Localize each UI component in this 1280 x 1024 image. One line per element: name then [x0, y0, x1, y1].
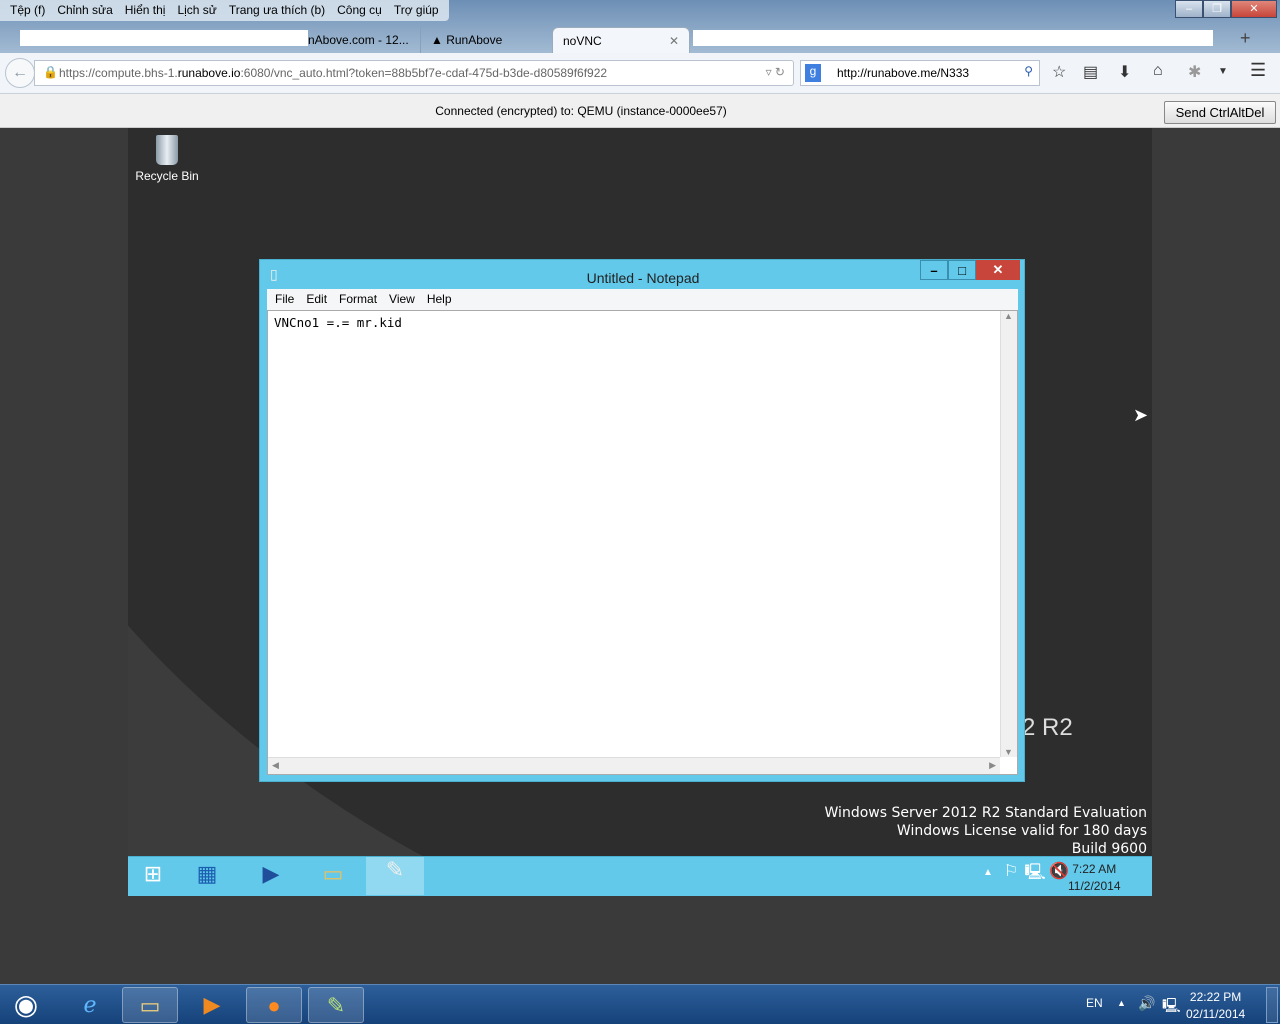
search-icon[interactable]: ⚲	[1024, 64, 1033, 78]
tab-runabove-com[interactable]: nAbove.com - 12...	[298, 27, 420, 53]
download-icon[interactable]: ⬇	[1118, 62, 1131, 82]
back-button[interactable]: ←	[5, 58, 35, 88]
remote-taskbar: ⊞ ▦ ▶ ▭ ✎ ▲ ⚐ 🖳 🔇 7:22 AM 11/2/2014	[128, 856, 1152, 896]
close-button[interactable]: ✕	[1231, 0, 1277, 18]
reload-icon[interactable]: ▿ ↻	[766, 65, 785, 79]
notepad-content: VNCno1 =.= mr.kid	[274, 315, 402, 330]
explorer-icon[interactable]: ▭	[122, 987, 178, 1023]
menu-history[interactable]: Lịch sử	[171, 0, 222, 21]
menu-tools[interactable]: Công cụ	[331, 0, 388, 21]
search-value: http://runabove.me/N333	[837, 66, 970, 80]
addon-icon[interactable]: ✱	[1188, 62, 1201, 82]
notepad-minimize-button[interactable]: –	[920, 260, 948, 280]
menu-view[interactable]: Hiển thị	[119, 0, 172, 21]
menu-bookmarks[interactable]: Trang ưa thích (b)	[223, 0, 331, 21]
send-ctrlaltdel-button[interactable]: Send CtrlAltDel	[1164, 101, 1276, 124]
windows-start-icon[interactable]: ⊞	[138, 861, 168, 891]
menu-help[interactable]: Trợ giúp	[388, 0, 445, 21]
bookmark-star-icon[interactable]: ☆	[1052, 62, 1066, 82]
recycle-bin[interactable]: Recycle Bin	[128, 133, 206, 183]
clock-time: 22:22 PM	[1189, 990, 1242, 1004]
clock-date: 02/11/2014	[1186, 1007, 1246, 1021]
notepad-maximize-button[interactable]: □	[948, 260, 976, 280]
menu-file[interactable]: Tệp (f)	[4, 0, 51, 21]
bookmarks-list-icon[interactable]: ▤	[1083, 62, 1098, 82]
window-title: Untitled - Notepad	[586, 270, 700, 286]
network-icon[interactable]: 🖳	[1162, 995, 1181, 1019]
notepad-text-area[interactable]: VNCno1 =.= mr.kid ▲ ▼ ◀ ▶	[267, 310, 1018, 775]
notepad-task-icon[interactable]: ✎	[366, 857, 424, 895]
app-icon[interactable]: ✎	[308, 987, 364, 1023]
tab-strip: nAbove.com - 12... ▲ RunAbove noVNC ✕ +	[0, 22, 1280, 53]
redacted-tab	[20, 30, 308, 46]
tab-label: nAbove.com - 12...	[308, 33, 409, 47]
tab-runabove[interactable]: ▲ RunAbove	[420, 27, 550, 53]
menu-hamburger-icon[interactable]: ☰	[1250, 60, 1266, 81]
clock-time: 7:22 AM	[1072, 862, 1117, 876]
new-tab-button[interactable]: +	[1240, 28, 1251, 49]
watermark-line: Windows License valid for 180 days	[896, 823, 1147, 839]
notepad-menu-format[interactable]: Format	[333, 289, 383, 310]
minimize-button[interactable]: –	[1175, 0, 1203, 18]
server-logo-fragment: 2 R2	[1022, 714, 1073, 741]
notepad-menu-file[interactable]: File	[269, 289, 300, 310]
menu-edit[interactable]: Chỉnh sửa	[51, 0, 118, 21]
language-indicator[interactable]: EN	[1086, 996, 1103, 1010]
connection-status: Connected (encrypted) to: QEMU (instance…	[435, 104, 727, 118]
show-desktop-button[interactable]	[1266, 987, 1278, 1023]
volume-icon[interactable]: 🔊	[1138, 995, 1155, 1012]
lock-icon: 🔒	[43, 65, 58, 79]
host-clock[interactable]: 22:22 PM 02/11/2014	[1186, 989, 1245, 1023]
url-bar[interactable]: 🔒 https://compute.bhs-1.runabove.io:6080/…	[34, 60, 794, 86]
url-host: runabove.io	[177, 66, 241, 80]
url-rest: :6080/vnc_auto.html?token=88b5bf7e-cdaf-…	[240, 66, 608, 80]
mouse-cursor-icon: ➤	[1133, 405, 1149, 425]
recycle-bin-label: Recycle Bin	[135, 169, 199, 183]
tab-label: noVNC	[563, 34, 602, 48]
horizontal-scrollbar[interactable]: ◀ ▶	[268, 757, 1000, 774]
recycle-bin-icon	[156, 135, 178, 165]
notepad-menu-edit[interactable]: Edit	[300, 289, 333, 310]
chevron-down-icon[interactable]: ▼	[1218, 66, 1228, 77]
watermark-line: Windows Server 2012 R2 Standard Evaluati…	[824, 805, 1147, 821]
notepad-menubar: File Edit Format View Help	[267, 289, 1018, 310]
restore-button[interactable]: ❐	[1203, 0, 1231, 18]
file-explorer-icon[interactable]: ▭	[318, 861, 348, 891]
navigation-toolbar: 🔒 https://compute.bhs-1.runabove.io:6080/…	[0, 53, 1280, 94]
firefox-icon[interactable]: ●	[246, 987, 302, 1023]
notepad-window: ▯ Untitled - Notepad – □ ✕ File Edit For…	[259, 259, 1025, 782]
clock-date: 11/2/2014	[1068, 879, 1121, 893]
vertical-scrollbar[interactable]: ▲ ▼	[1000, 311, 1017, 757]
server-manager-icon[interactable]: ▦	[192, 861, 222, 891]
novnc-status-bar: Connected (encrypted) to: QEMU (instance…	[0, 94, 1280, 128]
media-player-icon[interactable]: ▶	[184, 987, 240, 1023]
url-prefix: https://compute.bhs-1.	[59, 66, 178, 80]
notepad-menu-help[interactable]: Help	[421, 289, 458, 310]
windows-start-orb-icon[interactable]: ◉	[0, 987, 52, 1023]
browser-menubar: Tệp (f) Chỉnh sửa Hiển thị Lịch sử Trang…	[0, 0, 449, 21]
runabove-logo-icon: ▲	[431, 33, 447, 47]
tab-novnc[interactable]: noVNC ✕	[552, 27, 690, 53]
search-input[interactable]: g http://runabove.me/N333 ⚲	[800, 60, 1040, 86]
show-hidden-icons[interactable]: ▲	[1117, 998, 1126, 1008]
edition-watermark: Windows Server 2012 R2 Standard Evaluati…	[825, 804, 1147, 858]
notepad-close-button[interactable]: ✕	[976, 260, 1020, 280]
tab-label: RunAbove	[446, 33, 503, 47]
internet-explorer-icon[interactable]: ℯ	[62, 987, 118, 1023]
notepad-menu-view[interactable]: View	[383, 289, 421, 310]
host-taskbar: ◉ ℯ ▭ ▶ ● ✎ EN ▲ 🔊 🖳 22:22 PM 02/11/2014	[0, 984, 1280, 1024]
home-icon[interactable]: ⌂	[1153, 62, 1163, 80]
redacted-tabs	[693, 30, 1213, 46]
close-tab-icon[interactable]: ✕	[669, 34, 679, 48]
google-icon: g	[805, 64, 821, 82]
powershell-icon[interactable]: ▶	[256, 861, 286, 891]
remote-clock[interactable]: 7:22 AM 11/2/2014	[1068, 861, 1121, 895]
